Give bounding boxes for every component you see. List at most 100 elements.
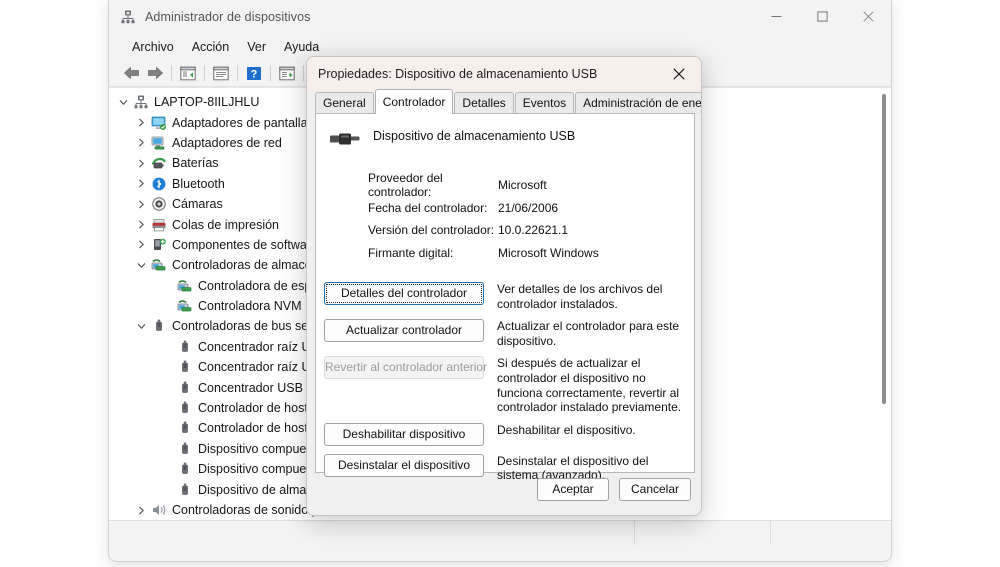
action-row: Detalles del controlador Ver detalles de… xyxy=(324,282,694,311)
forward-arrow-icon[interactable] xyxy=(143,62,167,84)
usb-icon xyxy=(176,380,193,396)
storage-controller-icon xyxy=(176,298,193,314)
info-row: Proveedor del controlador: Microsoft xyxy=(368,171,694,200)
scan-hardware-icon[interactable] xyxy=(275,62,299,84)
roll-back-driver-button: Revertir al controlador anterior xyxy=(324,356,487,380)
close-icon[interactable] xyxy=(657,57,701,91)
tree-item-label: Componentes de software xyxy=(172,237,318,252)
device-properties-dialog: Propiedades: Dispositivo de almacenamien… xyxy=(306,56,702,516)
chevron-down-icon[interactable] xyxy=(115,98,132,107)
dialog-titlebar: Propiedades: Dispositivo de almacenamien… xyxy=(307,57,701,91)
battery-icon xyxy=(150,155,167,171)
tree-item-label: Adaptadores de pantalla xyxy=(172,115,308,130)
info-value: 10.0.22621.1 xyxy=(498,223,569,238)
software-component-icon xyxy=(150,237,167,253)
action-description: Deshabilitar el dispositivo. xyxy=(497,422,636,437)
camera-icon xyxy=(150,196,167,212)
chevron-right-icon[interactable] xyxy=(133,179,150,188)
action-description: Si después de actualizar el controlador … xyxy=(497,356,682,415)
network-adapter-icon xyxy=(150,135,167,151)
chevron-down-icon[interactable] xyxy=(133,322,150,331)
driver-info-grid: Proveedor del controlador: Microsoft Fec… xyxy=(368,171,694,265)
close-icon[interactable] xyxy=(845,0,891,33)
properties-icon[interactable] xyxy=(209,62,233,84)
tree-item-label: LAPTOP-8IILJHLU xyxy=(154,95,260,110)
driver-details-button[interactable]: Detalles del controlador xyxy=(324,282,484,305)
window-controls xyxy=(753,0,891,33)
toolbar-separator xyxy=(237,65,238,81)
info-value: 21/06/2006 xyxy=(498,200,559,215)
usb-icon xyxy=(176,359,193,375)
chevron-right-icon[interactable] xyxy=(133,159,150,168)
tree-vertical-scrollbar[interactable] xyxy=(878,90,889,516)
driver-actions: Detalles del controlador Ver detalles de… xyxy=(324,282,694,483)
info-key: Firmante digital: xyxy=(368,245,454,260)
uninstall-device-button[interactable]: Desinstalar el dispositivo xyxy=(324,453,484,477)
status-bar xyxy=(109,520,891,545)
menu-item-accion[interactable]: Acción xyxy=(183,38,239,56)
show-hide-console-tree-icon[interactable] xyxy=(176,62,200,84)
tree-item-label: Colas de impresión xyxy=(172,217,279,232)
info-value: Microsoft Windows xyxy=(498,245,599,260)
chevron-right-icon[interactable] xyxy=(133,240,150,249)
info-row: Firmante digital: Microsoft Windows xyxy=(368,242,694,265)
update-driver-button[interactable]: Actualizar controlador xyxy=(324,319,484,343)
info-key: Proveedor del controlador: xyxy=(368,171,443,200)
dialog-title: Propiedades: Dispositivo de almacenamien… xyxy=(318,67,598,81)
tab-detalles[interactable]: Detalles xyxy=(454,92,514,114)
toolbar-separator xyxy=(204,65,205,81)
menu-item-ayuda[interactable]: Ayuda xyxy=(275,38,328,56)
tab-administracion-de-energia[interactable]: Administración de energía xyxy=(575,92,701,114)
device-name: Dispositivo de almacenamiento USB xyxy=(373,129,576,143)
scrollbar-thumb[interactable] xyxy=(882,94,886,404)
print-queue-icon xyxy=(150,217,167,233)
tree-item-label: Baterías xyxy=(172,156,219,171)
info-row: Fecha del controlador: 21/06/2006 xyxy=(368,197,694,220)
status-segment-main xyxy=(109,521,635,545)
disable-device-button[interactable]: Deshabilitar dispositivo xyxy=(324,422,484,446)
menu-item-ver[interactable]: Ver xyxy=(238,38,275,56)
computer-icon xyxy=(132,94,149,110)
usb-icon xyxy=(176,400,193,416)
dialog-tabstrip: General Controlador Detalles Eventos Adm… xyxy=(307,89,701,114)
storage-controller-icon xyxy=(150,257,167,273)
usb-icon xyxy=(176,339,193,355)
cancel-button[interactable]: Cancelar xyxy=(619,478,691,501)
toolbar-separator xyxy=(303,65,304,81)
display-adapter-icon xyxy=(150,115,167,131)
chevron-right-icon[interactable] xyxy=(133,200,150,209)
action-description: Ver detalles de los archivos del control… xyxy=(497,282,663,311)
status-segment-right xyxy=(771,521,891,545)
back-arrow-icon[interactable] xyxy=(119,62,143,84)
toolbar-separator xyxy=(171,65,172,81)
info-key: Fecha del controlador: xyxy=(368,200,488,215)
bluetooth-icon xyxy=(150,176,167,192)
toolbar-separator xyxy=(270,65,271,81)
screen: Administrador de dispositivos Archivo Ac… xyxy=(0,0,1000,567)
menu-item-archivo[interactable]: Archivo xyxy=(123,38,183,56)
chevron-right-icon[interactable] xyxy=(133,138,150,147)
maximize-icon[interactable] xyxy=(799,0,845,33)
svg-text:?: ? xyxy=(251,68,258,80)
driver-tab-page: Dispositivo de almacenamiento USB Provee… xyxy=(315,113,695,482)
usb-icon xyxy=(176,461,193,477)
chevron-right-icon[interactable] xyxy=(133,506,150,515)
tab-controlador[interactable]: Controlador xyxy=(374,89,454,114)
help-icon[interactable]: ? xyxy=(242,62,266,84)
window-titlebar: Administrador de dispositivos xyxy=(109,0,891,33)
chevron-right-icon[interactable] xyxy=(133,118,150,127)
action-row: Revertir al controlador anterior Si desp… xyxy=(324,356,694,414)
storage-controller-icon xyxy=(176,278,193,294)
usb-icon xyxy=(176,420,193,436)
ok-button[interactable]: Aceptar xyxy=(537,478,609,501)
action-row: Actualizar controlador Actualizar el con… xyxy=(324,319,694,348)
usb-icon xyxy=(150,318,167,334)
tab-eventos[interactable]: Eventos xyxy=(514,92,575,114)
action-description: Actualizar el controlador para este disp… xyxy=(497,319,680,348)
window-title: Administrador de dispositivos xyxy=(145,9,311,24)
sound-icon xyxy=(150,502,167,518)
chevron-right-icon[interactable] xyxy=(133,220,150,229)
minimize-icon[interactable] xyxy=(753,0,799,33)
chevron-down-icon[interactable] xyxy=(133,261,150,270)
tab-general[interactable]: General xyxy=(315,92,374,114)
